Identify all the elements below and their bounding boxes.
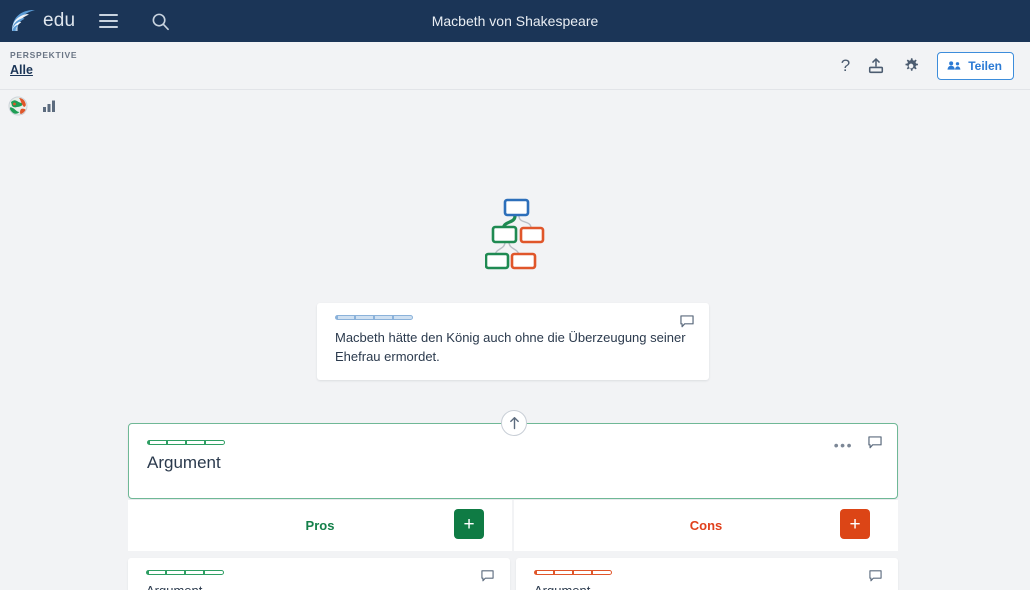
argument-more-options-button[interactable]: ••• [834, 438, 853, 452]
pro-argument-card[interactable]: Argument [128, 558, 510, 590]
hamburger-menu-icon [98, 14, 118, 28]
thesis-text: Macbeth hätte den König auch ohne die Üb… [335, 330, 686, 364]
perspective-selector[interactable]: PERSPEKTIVE Alle [10, 51, 77, 79]
pro-rating-bar [146, 570, 224, 575]
cons-column-header: Cons + [514, 500, 898, 551]
perspective-value[interactable]: Alle [10, 63, 33, 77]
map-view-button[interactable] [8, 96, 28, 116]
argument-comment-button[interactable] [868, 436, 882, 454]
con-rating-bar [534, 570, 612, 575]
comment-bubble-icon [481, 570, 494, 582]
thesis-rating-bar [335, 315, 413, 320]
sub-header-actions: ? Teilen [841, 51, 1014, 80]
export-button[interactable] [867, 57, 885, 75]
pros-cons-header-row: Pros + Cons + [128, 500, 898, 551]
argument-rating-bar [147, 440, 225, 445]
share-button[interactable]: Teilen [937, 51, 1014, 80]
help-button[interactable]: ? [841, 56, 850, 76]
pro-comment-button[interactable] [481, 569, 494, 587]
argument-title: Argument [147, 453, 221, 472]
people-icon [947, 61, 961, 70]
argument-leaf-row: Argument Argument [128, 558, 898, 590]
con-argument-title: Argument [534, 583, 884, 590]
con-comment-button[interactable] [869, 569, 882, 587]
settings-button[interactable] [902, 57, 920, 75]
thesis-card[interactable]: Macbeth hätte den König auch ohne die Üb… [317, 303, 709, 380]
con-argument-card[interactable]: Argument [516, 558, 898, 590]
plus-icon: + [849, 513, 861, 535]
plus-icon: + [463, 513, 475, 535]
navbar-left-group: edu [8, 0, 179, 42]
top-navbar: edu Macbeth von Shakespeare [0, 0, 1030, 42]
pros-label: Pros [305, 518, 335, 533]
pros-column-header: Pros + [128, 500, 514, 551]
tool-row [0, 90, 1030, 122]
search-button[interactable] [141, 0, 179, 42]
statistics-button[interactable] [41, 98, 57, 114]
add-pro-button[interactable]: + [454, 509, 484, 539]
wave-logo-icon [12, 10, 35, 31]
add-con-button[interactable]: + [840, 509, 870, 539]
connector-up-button[interactable] [501, 410, 527, 436]
search-icon [152, 13, 169, 30]
pro-argument-title: Argument [146, 583, 496, 590]
comment-bubble-icon [868, 436, 882, 449]
thesis-comment-button[interactable] [680, 315, 694, 333]
comment-bubble-icon [869, 570, 882, 582]
brand-text: edu [43, 10, 76, 31]
argument-tree-diagram-icon [485, 198, 545, 270]
gear-icon [905, 57, 919, 71]
map-globe-icon [8, 96, 28, 116]
sub-header: PERSPEKTIVE Alle ? Teilen [0, 42, 1030, 90]
hamburger-menu-button[interactable] [89, 0, 127, 42]
arrow-up-icon [509, 417, 519, 430]
share-button-label: Teilen [968, 58, 1002, 73]
comment-bubble-icon [680, 315, 694, 328]
cons-label: Cons [689, 518, 723, 533]
brand-logo-group[interactable]: edu [8, 7, 75, 35]
perspective-label: PERSPEKTIVE [10, 50, 78, 61]
argument-block: Argument ••• Pros + Cons + [128, 423, 898, 590]
export-upload-icon [869, 57, 884, 73]
bar-chart-icon [43, 100, 55, 112]
